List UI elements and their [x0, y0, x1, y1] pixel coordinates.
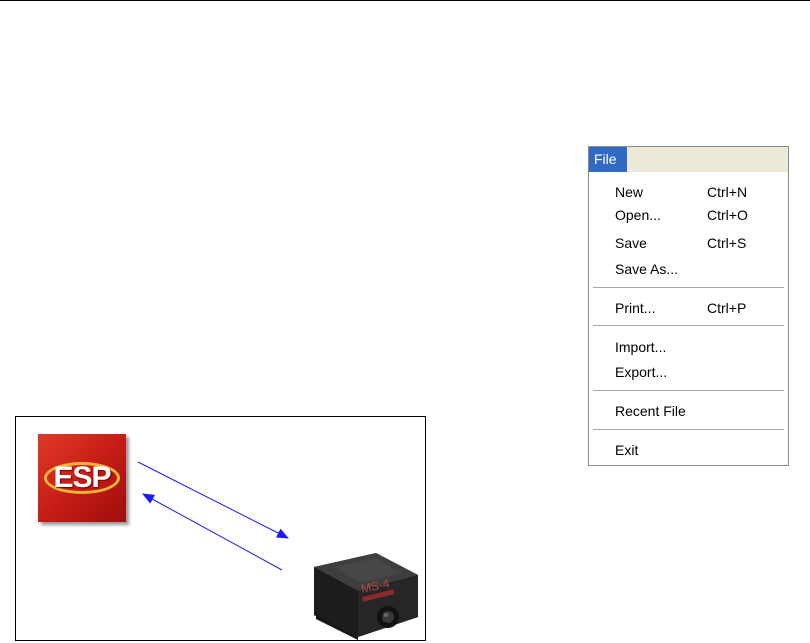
file-menu-window: File New Ctrl+N Open... Ctrl+O Save Ctrl…: [588, 146, 789, 466]
menu-item-shortcut: Ctrl+O: [707, 207, 748, 223]
menu-item-import[interactable]: Import...: [615, 337, 788, 357]
menu-item-label: Exit: [615, 442, 639, 458]
menu-item-new[interactable]: New Ctrl+N: [615, 182, 788, 202]
menu-item-label: Print...: [615, 300, 656, 316]
esp-device-diagram: ESP MS-4: [15, 416, 426, 641]
menu-bar: File: [589, 147, 788, 172]
menu-item-print[interactable]: Print... Ctrl+P: [615, 298, 788, 318]
file-menu-title[interactable]: File: [589, 147, 627, 172]
menu-item-shortcut: Ctrl+P: [707, 300, 747, 316]
menu-separator: [593, 429, 784, 431]
arrow-to-device: [137, 461, 289, 539]
menu-item-export[interactable]: Export...: [615, 362, 788, 382]
menu-item-label: Export...: [615, 364, 668, 380]
menu-item-save-as[interactable]: Save As...: [615, 259, 788, 279]
menu-item-save[interactable]: Save Ctrl+S: [615, 233, 788, 253]
menu-item-label: Open...: [615, 207, 661, 223]
menu-separator: [593, 325, 784, 327]
menu-item-label: Save As...: [615, 261, 679, 277]
menu-item-label: Import...: [615, 339, 667, 355]
menu-item-label: New: [615, 184, 644, 200]
menu-item-recent-file[interactable]: Recent File: [615, 401, 788, 421]
menu-separator: [593, 287, 784, 289]
page-top-rule: [0, 0, 810, 1]
arrow-to-logo: [142, 493, 283, 571]
menu-item-shortcut: Ctrl+S: [707, 235, 747, 251]
ms4-scanner-image: MS-4: [314, 553, 418, 640]
menu-item-label: Save: [615, 235, 647, 251]
menu-item-label: Recent File: [615, 403, 686, 419]
menu-item-shortcut: Ctrl+N: [707, 184, 748, 200]
menu-item-exit[interactable]: Exit: [615, 440, 788, 460]
menu-separator: [593, 390, 784, 392]
menu-item-open[interactable]: Open... Ctrl+O: [615, 205, 788, 225]
